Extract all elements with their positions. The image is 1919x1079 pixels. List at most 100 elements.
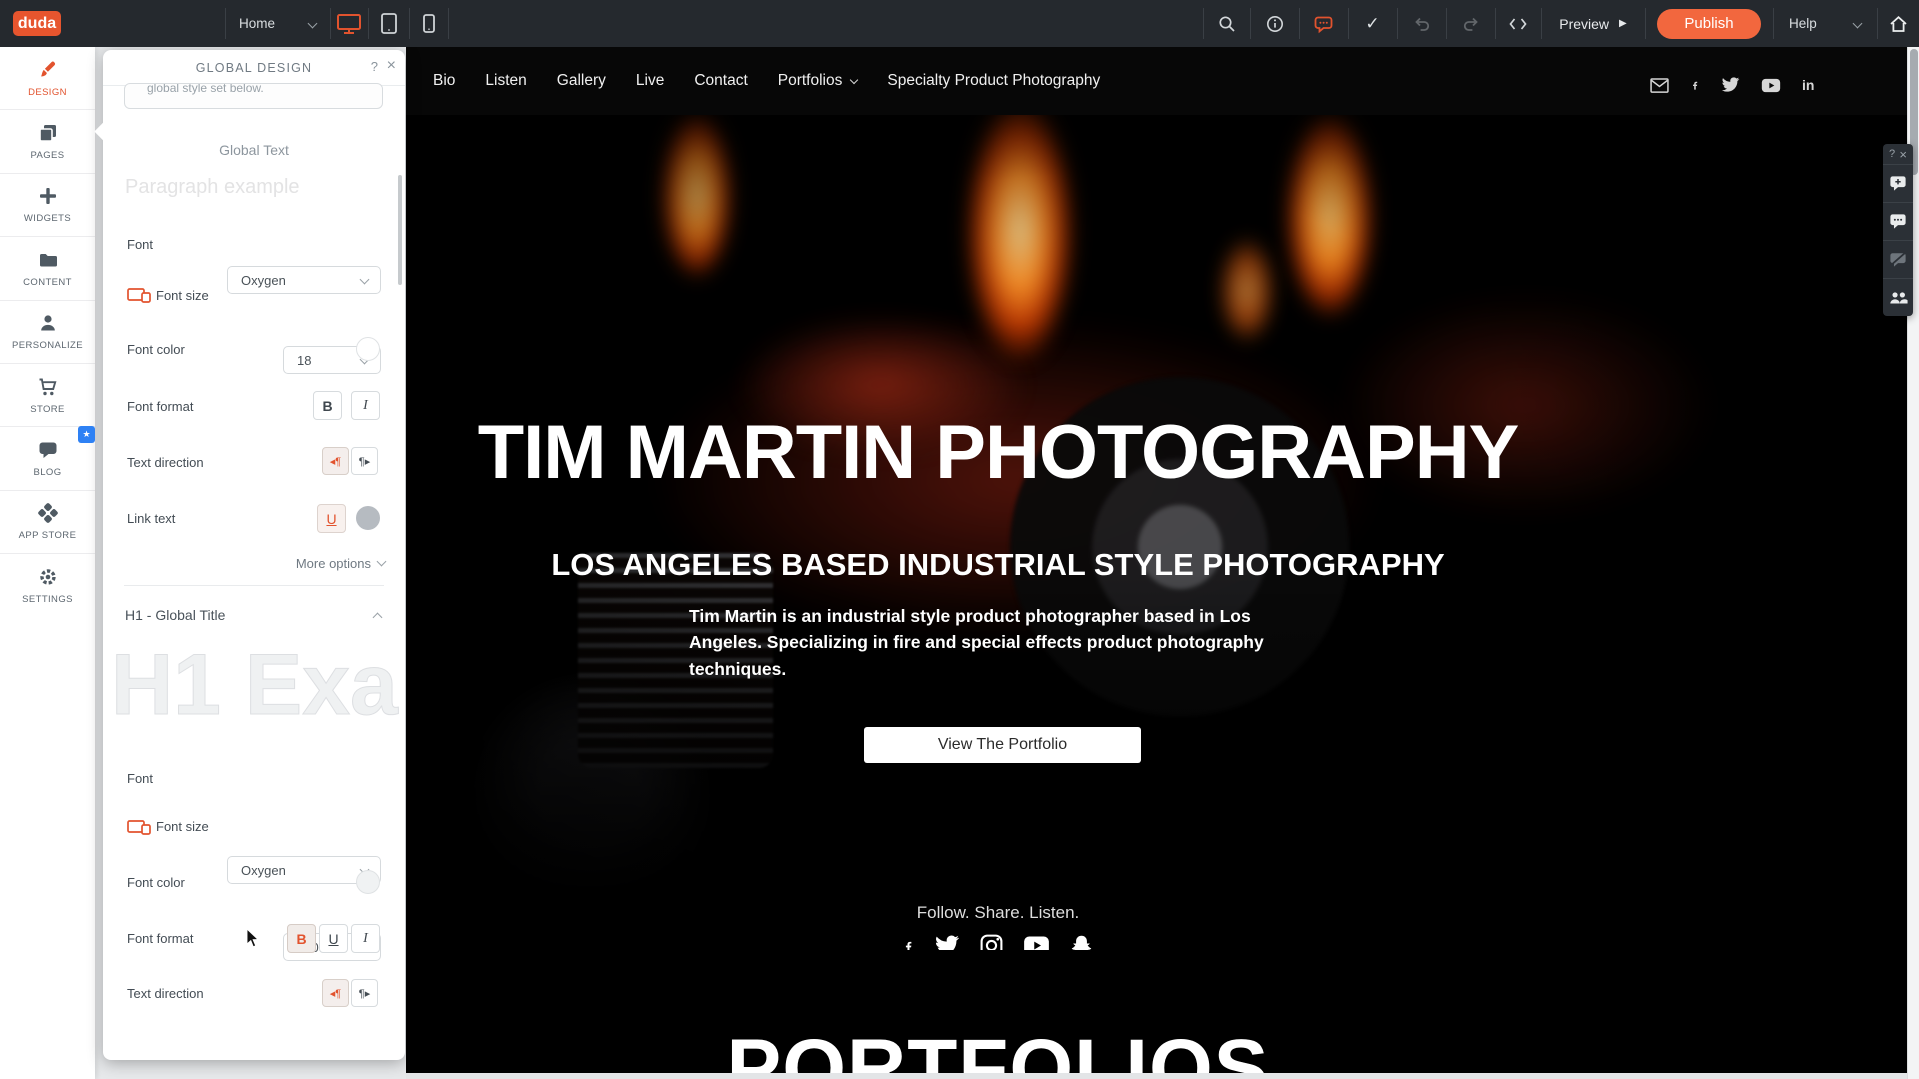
font-size-value: 18 (297, 353, 311, 368)
comments-button[interactable] (1299, 0, 1348, 47)
sidebar-item-design[interactable]: DESIGN (0, 47, 95, 110)
sidebar-item-personalize[interactable]: PERSONALIZE (0, 301, 95, 364)
direction-rtl-button[interactable]: ¶▸ (351, 447, 378, 475)
font-size-label: Font size (156, 288, 209, 303)
sidebar-item-widgets[interactable]: WIDGETS (0, 174, 95, 237)
section-edge (406, 1073, 1907, 1079)
search-button[interactable] (1203, 0, 1250, 47)
twitter-icon[interactable] (1721, 77, 1740, 93)
chevron-down-icon (360, 275, 370, 285)
help-icon[interactable]: ? (1889, 148, 1895, 160)
sidebar-item-pages[interactable]: PAGES (0, 110, 95, 173)
preview-button[interactable]: Preview ▶ (1541, 0, 1645, 47)
nav-item-listen[interactable]: Listen (485, 72, 526, 90)
link-color-swatch[interactable] (356, 506, 380, 530)
nav-item-gallery[interactable]: Gallery (557, 72, 606, 90)
youtube-icon[interactable] (1023, 935, 1050, 950)
nav-item-live[interactable]: Live (636, 72, 664, 90)
close-icon[interactable]: × (387, 57, 396, 75)
publish-button[interactable]: Publish (1657, 9, 1761, 39)
sidebar-item-settings[interactable]: SETTINGS (0, 554, 95, 617)
sidebar-item-label: STORE (30, 404, 65, 415)
nav-item-contact[interactable]: Contact (694, 72, 747, 90)
nav-item-bio[interactable]: Bio (433, 72, 455, 90)
youtube-icon[interactable] (1761, 78, 1781, 93)
chevron-down-icon (377, 557, 387, 567)
sidebar-item-app-store[interactable]: APP STORE (0, 491, 95, 554)
divider (124, 585, 384, 586)
show-comments-button[interactable] (1883, 202, 1913, 240)
font-color-swatch[interactable] (356, 337, 380, 361)
h1-bold-button[interactable]: B (287, 924, 316, 953)
close-icon[interactable]: × (1899, 147, 1907, 162)
panel-scrollbar-thumb[interactable] (398, 175, 402, 285)
collaborators-button[interactable] (1883, 278, 1913, 316)
plus-icon (37, 185, 59, 207)
add-comment-button[interactable] (1883, 164, 1913, 202)
font-format-label: Font format (127, 399, 193, 414)
facebook-icon[interactable] (902, 934, 915, 951)
paragraph-rtl-icon: ¶▸ (359, 987, 370, 1000)
preview-label: Preview (1559, 16, 1609, 32)
h1-direction-ltr-button[interactable]: ◂¶ (322, 979, 349, 1007)
direction-ltr-button[interactable]: ◂¶ (322, 447, 349, 475)
star-icon: ★ (82, 429, 90, 440)
nav-label: Specialty Product Photography (887, 72, 1100, 90)
h1-underline-button[interactable]: U (319, 924, 348, 953)
nav-label: Listen (485, 72, 526, 90)
dashboard-home-button[interactable] (1877, 0, 1919, 47)
approve-button[interactable]: ✓ (1348, 0, 1397, 47)
help-dropdown[interactable]: Help (1773, 0, 1877, 47)
collapse-chevron-icon[interactable] (373, 613, 383, 623)
sidebar-item-label: PAGES (30, 150, 64, 161)
help-icon[interactable]: ? (371, 59, 378, 74)
h1-italic-button[interactable]: I (351, 924, 380, 953)
facebook-icon[interactable] (1690, 76, 1700, 94)
twitter-icon[interactable] (934, 935, 960, 951)
underline-glyph: U (326, 511, 336, 527)
desktop-view-button[interactable] (330, 0, 368, 47)
duda-logo[interactable]: duda (13, 11, 61, 36)
mobile-icon (423, 14, 435, 33)
h1-direction-rtl-button[interactable]: ¶▸ (351, 979, 378, 1007)
hero-vignette (406, 115, 1907, 950)
nav-item-portfolios[interactable]: Portfolios (778, 72, 858, 90)
bold-button[interactable]: B (313, 391, 342, 420)
h1-font-label: Font (127, 771, 153, 786)
dev-mode-button[interactable] (1495, 0, 1541, 47)
global-design-panel: GLOBAL DESIGN ? × global style set below… (103, 50, 405, 1060)
linkedin-icon[interactable]: in (1802, 77, 1819, 93)
info-button[interactable] (1250, 0, 1299, 47)
sidebar-item-label: PERSONALIZE (12, 340, 83, 351)
email-icon[interactable] (1650, 78, 1669, 93)
nav-label: Bio (433, 72, 455, 90)
h1-font-color-swatch[interactable] (356, 870, 380, 894)
link-underline-button[interactable]: U (317, 504, 346, 533)
tablet-view-button[interactable] (368, 0, 409, 47)
mobile-view-button[interactable] (409, 0, 448, 47)
redo-button[interactable] (1446, 0, 1495, 47)
hero-social-row (406, 933, 1590, 950)
view-portfolio-button[interactable]: View The Portfolio (864, 727, 1141, 763)
font-dropdown[interactable]: Oxygen (227, 266, 381, 294)
undo-button[interactable] (1397, 0, 1446, 47)
instagram-icon[interactable] (979, 933, 1004, 950)
sidebar-item-content[interactable]: CONTENT (0, 237, 95, 300)
page-selector-dropdown[interactable]: Home (225, 0, 330, 47)
nav-label: Portfolios (778, 72, 843, 90)
publish-button-cell: Publish (1645, 0, 1773, 47)
more-options-link[interactable]: More options (296, 556, 385, 571)
snapchat-icon[interactable] (1069, 933, 1094, 950)
sidebar-item-store[interactable]: STORE (0, 364, 95, 427)
italic-glyph: I (363, 931, 368, 947)
person-icon (37, 312, 59, 334)
h1-font-size-label: Font size (156, 819, 209, 834)
add-comment-icon (1889, 175, 1907, 192)
play-icon: ▶ (1619, 18, 1627, 29)
italic-button[interactable]: I (351, 391, 380, 420)
nav-item-specialty[interactable]: Specialty Product Photography (887, 72, 1100, 90)
hide-resolved-comments-button[interactable] (1883, 240, 1913, 278)
home-icon (1889, 15, 1908, 33)
header-social-row: in (1650, 76, 1819, 94)
cart-icon (37, 376, 59, 398)
